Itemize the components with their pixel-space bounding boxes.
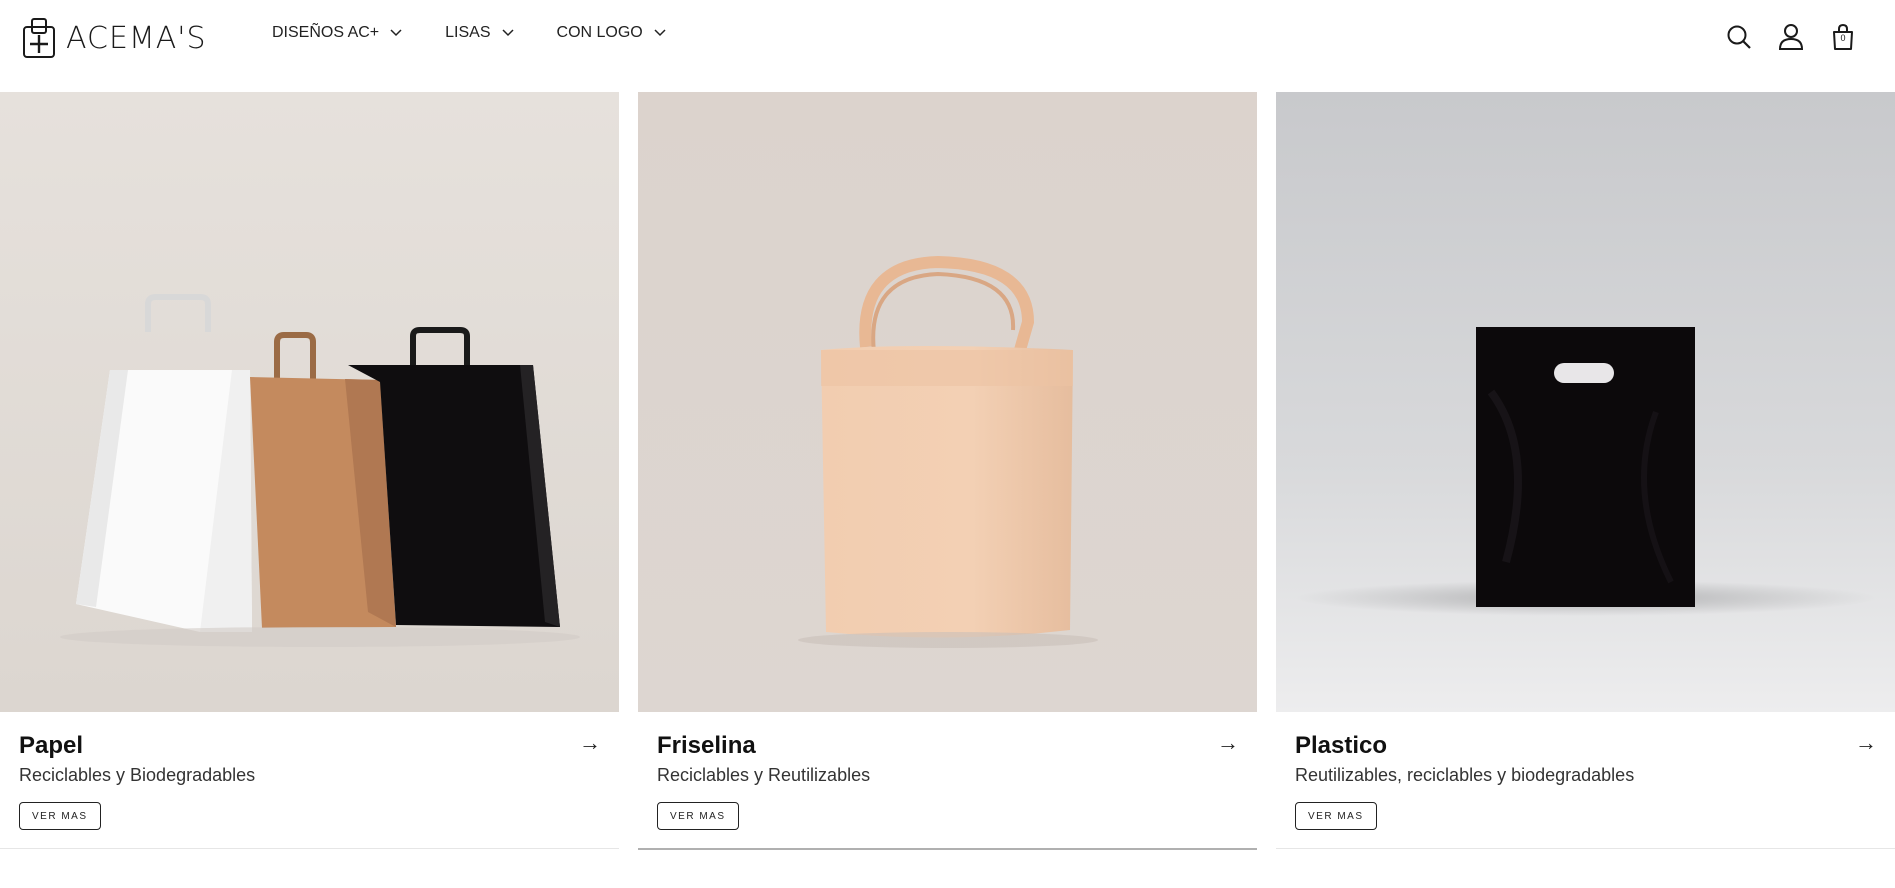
nav-item-lisas[interactable]: LISAS (445, 24, 514, 42)
card-subtitle: Reciclables y Reutilizables (657, 765, 871, 785)
nav-item-label: DISEÑOS AC+ (272, 24, 380, 41)
account-button[interactable] (1777, 22, 1805, 52)
nav-item-disenos[interactable]: DISEÑOS AC+ (272, 24, 403, 42)
tote-bag-illustration (638, 92, 1257, 712)
card-subtitle: Reciclables y Biodegradables (19, 765, 256, 785)
plastic-bag-illustration (1276, 92, 1895, 712)
paper-bags-illustration (0, 92, 619, 712)
card-title: Friselina (657, 732, 756, 759)
ver-mas-button[interactable]: VER MAS (657, 802, 739, 830)
arrow-right-icon[interactable]: → (579, 730, 601, 756)
category-card-plastico[interactable]: Plastico Reutilizables, reciclables y bi… (1276, 92, 1895, 849)
cart-count: 0 (1840, 33, 1846, 43)
card-subtitle: Reutilizables, reciclables y biodegradab… (1295, 765, 1635, 785)
ver-mas-button[interactable]: VER MAS (1295, 802, 1377, 830)
nav-item-con-logo[interactable]: CON LOGO (557, 24, 667, 42)
search-icon (1727, 25, 1751, 49)
search-button[interactable] (1725, 22, 1753, 52)
friselina-image[interactable] (638, 92, 1257, 712)
card-title: Papel (19, 732, 84, 759)
brand-logo[interactable]: ACEMA'S (22, 16, 207, 60)
ver-mas-button[interactable]: VER MAS (19, 802, 101, 830)
header-actions: 0 (1725, 22, 1857, 52)
category-card-papel[interactable]: Papel Reciclables y Biodegradables → VER… (0, 92, 619, 849)
papel-image[interactable] (0, 92, 619, 712)
card-divider (638, 848, 1257, 850)
chevron-down-icon (654, 29, 666, 37)
account-icon (1778, 24, 1804, 50)
nav-item-label: CON LOGO (556, 24, 643, 41)
card-divider (0, 848, 619, 849)
plastico-image[interactable] (1276, 92, 1895, 712)
arrow-right-icon[interactable]: → (1217, 730, 1239, 756)
brand-name: ACEMA'S (66, 20, 207, 56)
card-title: Plastico (1295, 732, 1388, 759)
chevron-down-icon (501, 29, 514, 37)
logo-mark-icon (23, 18, 55, 58)
main-nav: DISEÑOS AC+ LISAS CON LOGO (272, 24, 667, 42)
arrow-right-icon[interactable]: → (1855, 730, 1877, 756)
category-grid: Papel Reciclables y Biodegradables → VER… (0, 92, 1895, 852)
cart-button[interactable]: 0 (1829, 22, 1857, 52)
category-card-friselina[interactable]: Friselina Reciclables y Reutilizables → … (638, 92, 1257, 850)
chevron-down-icon (390, 29, 402, 37)
site-header: ACEMA'S DISEÑOS AC+ LISAS CON LOGO 0 (0, 0, 1895, 92)
card-divider (1276, 848, 1895, 849)
nav-item-label: LISAS (445, 24, 491, 41)
